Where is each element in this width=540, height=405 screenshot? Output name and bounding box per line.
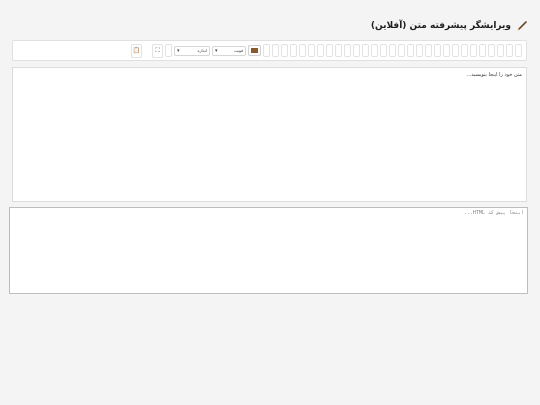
chevron-down-icon: ▾: [177, 47, 180, 54]
toolbar-button-align-left[interactable]: [461, 44, 468, 57]
toolbar-button-code[interactable]: [362, 44, 369, 57]
toolbar-button-ordered-list[interactable]: [443, 44, 450, 57]
toolbar-button-align-right[interactable]: [479, 44, 486, 57]
toolbar-button-highlight[interactable]: [263, 44, 270, 57]
fullscreen-icon: ⛶: [155, 46, 160, 54]
font-select[interactable]: فونت ▾: [212, 45, 246, 56]
toolbar-button-superscript[interactable]: [335, 44, 342, 57]
toolbar-button-ltr[interactable]: [272, 44, 279, 57]
toolbar-button-unlink[interactable]: [398, 44, 405, 57]
editor-placeholder: متن خود را اینجا بنویسید...: [466, 72, 522, 78]
fullscreen-button[interactable]: ⛶: [152, 43, 163, 58]
toolbar-button-rtl[interactable]: [281, 44, 288, 57]
toolbar-button-indent[interactable]: [425, 44, 432, 57]
size-select-value: اندازه: [197, 47, 207, 53]
toolbar-button-strikethrough[interactable]: [488, 44, 495, 57]
toolbar-button-unordered-list[interactable]: [434, 44, 441, 57]
toolbar-button-clear-format[interactable]: [308, 44, 315, 57]
toolbar-button-undo[interactable]: [326, 44, 333, 57]
size-select[interactable]: اندازه ▾: [174, 45, 210, 56]
toolbar-button-link[interactable]: [407, 44, 414, 57]
toolbar-button-line-height[interactable]: [165, 44, 172, 57]
toolbar-button-redo[interactable]: [317, 44, 324, 57]
toolbar-button-table[interactable]: [380, 44, 387, 57]
font-select-value: فونت: [233, 47, 243, 53]
toolbar-button-hr[interactable]: [353, 44, 360, 57]
page-title: ویرایشگر پیشرفته متن (آفلاین): [370, 21, 511, 31]
text-color-button[interactable]: [248, 45, 261, 56]
page-header: ویرایشگر پیشرفته متن (آفلاین): [12, 18, 528, 34]
toolbar-button-paragraph[interactable]: [290, 44, 297, 57]
toolbar-button-italic[interactable]: [506, 44, 513, 57]
chevron-down-icon: ▾: [215, 47, 218, 54]
toolbar-button-heading[interactable]: [299, 44, 306, 57]
toolbar-button-image[interactable]: [389, 44, 396, 57]
toolbar-button-outdent[interactable]: [416, 44, 423, 57]
text-color-icon: [251, 48, 258, 53]
editor-toolbar: فونت ▾ اندازه ▾ ⛶ 📋: [12, 40, 527, 61]
toolbar-button-justify[interactable]: [452, 44, 459, 57]
paste-button[interactable]: 📋: [131, 43, 142, 58]
toolbar-button-subscript[interactable]: [344, 44, 351, 57]
toolbar-button-align-center[interactable]: [470, 44, 477, 57]
toolbar-button-quote[interactable]: [371, 44, 378, 57]
brush-icon: [516, 20, 528, 32]
html-source-textarea[interactable]: [9, 207, 528, 294]
toolbar-button-underline[interactable]: [497, 44, 504, 57]
toolbar-button-bold[interactable]: [515, 44, 522, 57]
rich-text-editor[interactable]: متن خود را اینجا بنویسید...: [12, 67, 527, 202]
clipboard-icon: 📋: [132, 47, 141, 54]
